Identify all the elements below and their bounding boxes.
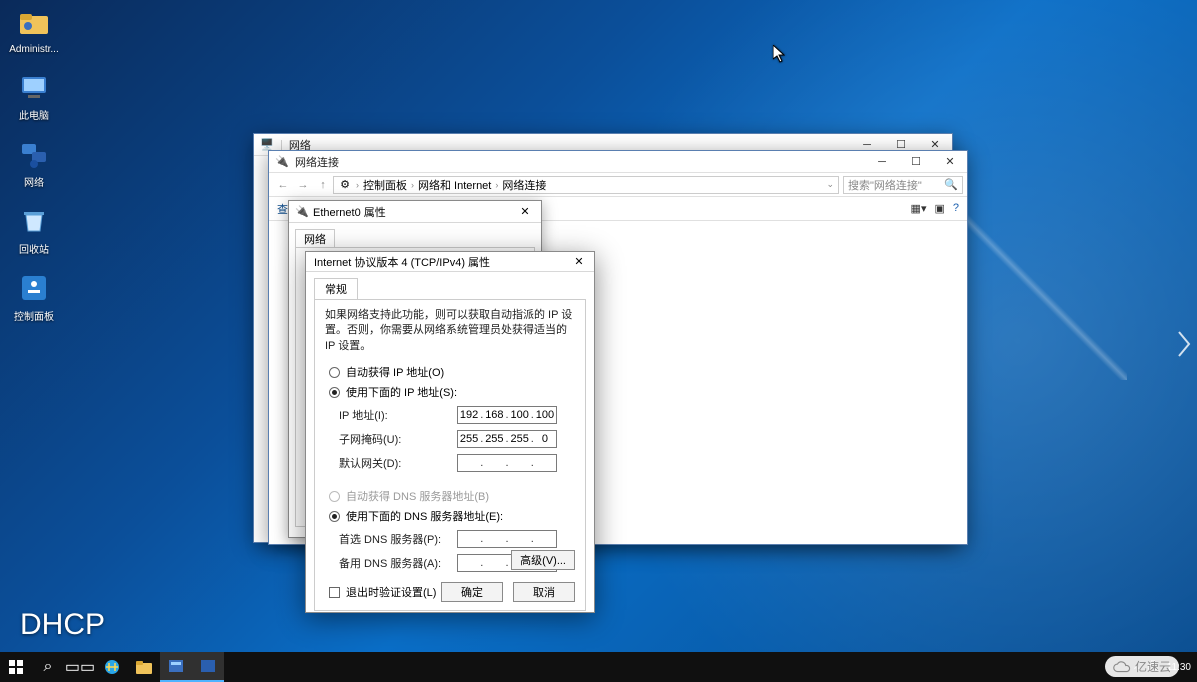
desktop-icon-recycle-bin[interactable]: 回收站: [4, 205, 64, 256]
user-folder-icon: [18, 8, 50, 40]
checkbox-label: 退出时验证设置(L): [346, 584, 436, 600]
window-title: 网络连接: [295, 154, 339, 170]
desktop-icon-label: 回收站: [4, 241, 64, 256]
input-preferred-dns[interactable]: . . .: [457, 530, 557, 548]
cancel-button[interactable]: 取消: [513, 582, 575, 602]
label-ip: IP 地址(I):: [339, 407, 449, 423]
site-logo-watermark: 亿速云: [1105, 656, 1179, 677]
checkbox-icon: [329, 587, 340, 598]
taskbar-ie[interactable]: [96, 652, 128, 682]
search-icon: 🔍: [944, 178, 958, 191]
search-input[interactable]: 搜索"网络连接" 🔍: [843, 176, 963, 194]
desktop-icon-label: 此电脑: [4, 107, 64, 122]
radio-icon: [329, 511, 340, 522]
breadcrumb[interactable]: ⚙ › 控制面板 › 网络和 Internet › 网络连接 ⌄: [333, 176, 839, 194]
folder-icon: [135, 658, 153, 676]
close-button[interactable]: ✕: [509, 205, 541, 218]
start-button[interactable]: [0, 652, 32, 682]
description-text: 如果网络支持此功能，则可以获取自动指派的 IP 设置。否则，你需要从网络系统管理…: [325, 308, 575, 354]
up-button[interactable]: ↑: [313, 179, 333, 191]
taskbar-search[interactable]: ⌕: [32, 652, 64, 682]
desktop-icon-label: 控制面板: [4, 308, 64, 323]
explorer-window-icon: [199, 657, 217, 675]
tab-network[interactable]: 网络: [295, 229, 335, 247]
search-placeholder: 搜索"网络连接": [848, 177, 922, 193]
radio-manual-ip[interactable]: 使用下面的 IP 地址(S):: [329, 384, 575, 400]
desktop-icon-admin[interactable]: Administr...: [4, 8, 64, 55]
radio-label: 自动获得 DNS 服务器地址(B): [346, 488, 489, 504]
maximize-button[interactable]: ☐: [899, 151, 933, 173]
carousel-next-button[interactable]: [1175, 330, 1193, 363]
label-alternate-dns: 备用 DNS 服务器(A):: [339, 555, 449, 571]
details-pane-icon[interactable]: ▣: [934, 202, 944, 215]
watermark-text: DHCP: [20, 608, 105, 642]
task-view-button[interactable]: ▭▭: [64, 652, 96, 682]
radio-icon: [329, 387, 340, 398]
close-button[interactable]: ✕: [933, 151, 967, 173]
taskbar-running-window[interactable]: [192, 652, 224, 682]
help-icon[interactable]: ?: [953, 202, 959, 215]
chevron-down-icon[interactable]: ⌄: [826, 179, 834, 190]
input-ip-address[interactable]: 192. 168. 100. 100: [457, 406, 557, 424]
dialog-title: Internet 协议版本 4 (TCP/IPv4) 属性: [314, 254, 490, 270]
forward-button[interactable]: →: [293, 179, 313, 191]
cloud-icon: [1113, 660, 1131, 674]
desktop-icon-this-pc[interactable]: 此电脑: [4, 71, 64, 122]
label-subnet-mask: 子网掩码(U):: [339, 431, 449, 447]
radio-icon: [329, 367, 340, 378]
radio-auto-dns: 自动获得 DNS 服务器地址(B): [329, 488, 575, 504]
radio-label: 使用下面的 IP 地址(S):: [346, 384, 457, 400]
view-options-icon[interactable]: ▦▾: [911, 202, 927, 215]
label-preferred-dns: 首选 DNS 服务器(P):: [339, 531, 449, 547]
recycle-bin-icon: [18, 205, 50, 237]
control-panel-icon: ⚙: [338, 178, 352, 192]
desktop-icon-control-panel[interactable]: 控制面板: [4, 272, 64, 323]
input-subnet-mask[interactable]: 255. 255. 255. 0: [457, 430, 557, 448]
computer-icon: [18, 71, 50, 103]
taskbar[interactable]: ⌕ ▭▭ ˄ 🖧 11:30: [0, 652, 1197, 682]
radio-icon: [329, 491, 340, 502]
desktop-icon-label: Administr...: [4, 44, 64, 55]
advanced-button[interactable]: 高级(V)...: [511, 550, 575, 570]
dialog-ipv4-properties[interactable]: Internet 协议版本 4 (TCP/IPv4) 属性 ✕ 常规 如果网络支…: [305, 251, 595, 613]
close-button[interactable]: ✕: [564, 255, 594, 268]
back-button[interactable]: ←: [273, 179, 293, 191]
address-bar: ← → ↑ ⚙ › 控制面板 › 网络和 Internet › 网络连接 ⌄ 搜…: [269, 173, 967, 197]
radio-auto-ip[interactable]: 自动获得 IP 地址(O): [329, 364, 575, 380]
breadcrumb-item[interactable]: 网络和 Internet: [418, 177, 491, 193]
breadcrumb-item[interactable]: 网络连接: [502, 177, 546, 193]
taskbar-server-manager[interactable]: [160, 652, 192, 682]
search-icon: ⌕: [44, 658, 53, 676]
desktop-icon-label: 网络: [4, 174, 64, 189]
adapter-icon: 🔌: [295, 205, 309, 219]
taskbar-explorer[interactable]: [128, 652, 160, 682]
label-gateway: 默认网关(D):: [339, 455, 449, 471]
minimize-button[interactable]: ─: [865, 151, 899, 173]
radio-manual-dns[interactable]: 使用下面的 DNS 服务器地址(E):: [329, 508, 575, 524]
tab-general[interactable]: 常规: [314, 278, 358, 299]
control-panel-icon: [18, 272, 50, 304]
radio-label: 自动获得 IP 地址(O): [346, 364, 444, 380]
dialog-title: Ethernet0 属性: [313, 204, 386, 220]
desktop-icon-network[interactable]: 网络: [4, 138, 64, 189]
network-icon: [18, 138, 50, 170]
task-view-icon: ▭▭: [65, 657, 95, 677]
internet-explorer-icon: [103, 658, 121, 676]
desktop-icons: Administr... 此电脑 网络 回收站 控制面板: [4, 8, 64, 339]
server-manager-icon: [167, 657, 185, 675]
network-connections-icon: 🔌: [275, 155, 289, 169]
breadcrumb-item[interactable]: 控制面板: [363, 177, 407, 193]
ok-button[interactable]: 确定: [441, 582, 503, 602]
radio-label: 使用下面的 DNS 服务器地址(E):: [346, 508, 503, 524]
input-default-gateway[interactable]: . . .: [457, 454, 557, 472]
